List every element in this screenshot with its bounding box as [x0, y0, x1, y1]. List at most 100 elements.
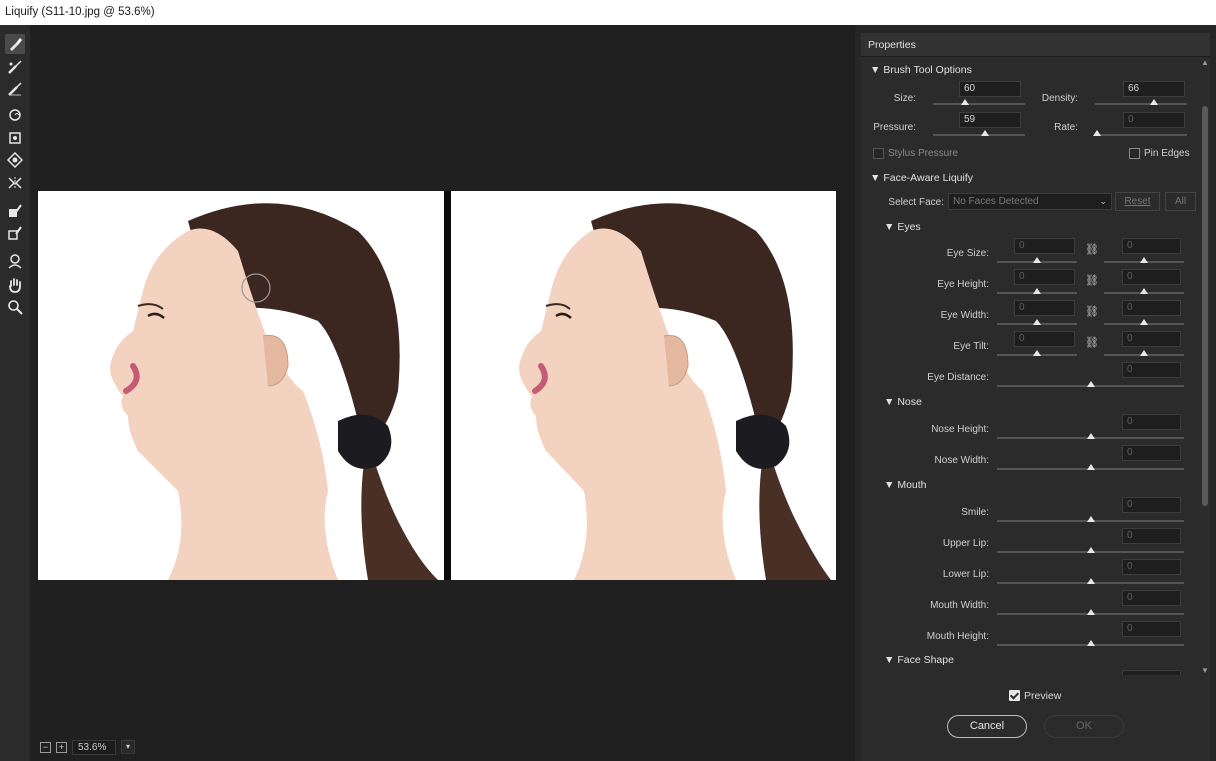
size-slider-thumb[interactable] — [961, 99, 970, 105]
rate-field[interactable]: 0 — [1123, 112, 1185, 128]
slider-thumb[interactable] — [1033, 257, 1041, 263]
face-aware-section-header[interactable]: ▼ Face-Aware Liquify — [870, 172, 973, 184]
zoom-dropdown-button[interactable]: ▾ — [121, 740, 135, 754]
slider-thumb[interactable] — [1140, 257, 1148, 263]
slider-thumb[interactable] — [1086, 578, 1095, 584]
slider-thumb[interactable] — [1033, 288, 1041, 294]
thaw-mask-icon[interactable] — [5, 223, 25, 243]
scrollbar-thumb[interactable] — [1202, 106, 1208, 506]
pressure-field[interactable]: 59 — [959, 112, 1021, 128]
rate-slider-thumb[interactable] — [1092, 130, 1101, 136]
bloat-icon[interactable] — [5, 150, 25, 170]
nose-width-slider[interactable] — [997, 464, 1184, 470]
slider-thumb[interactable] — [1086, 381, 1095, 387]
forward-warp-icon[interactable] — [5, 34, 25, 54]
zoom-icon[interactable] — [5, 297, 25, 317]
face-shape-section-header[interactable]: ▼ Face Shape — [884, 654, 954, 666]
eye-tilt-right-slider[interactable] — [1104, 350, 1184, 356]
slider-thumb[interactable] — [1033, 319, 1041, 325]
slider-thumb[interactable] — [1033, 350, 1041, 356]
smile-slider[interactable] — [997, 516, 1184, 522]
brush-section-header[interactable]: ▼ Brush Tool Options — [870, 64, 972, 76]
eye-width-right-field[interactable]: 0 — [1122, 300, 1181, 316]
canvas-area[interactable]: − + 53.6% ▾ — [30, 25, 855, 761]
slider-thumb[interactable] — [1086, 433, 1095, 439]
freeze-mask-icon[interactable] — [5, 201, 25, 221]
slider-thumb[interactable] — [1086, 547, 1095, 553]
eye-width-left-slider[interactable] — [997, 319, 1077, 325]
preview-checkbox[interactable] — [1009, 690, 1020, 701]
slider-thumb[interactable] — [1140, 319, 1148, 325]
original-image[interactable] — [38, 191, 444, 580]
smile-field[interactable]: 0 — [1122, 497, 1181, 513]
nose-height-slider[interactable] — [997, 433, 1184, 439]
all-button[interactable]: All — [1165, 192, 1196, 211]
zoom-level-field[interactable]: 53.6% — [72, 739, 116, 755]
mouth-height-field[interactable]: 0 — [1122, 621, 1181, 637]
nose-width-field[interactable]: 0 — [1122, 445, 1181, 461]
slider-thumb[interactable] — [1140, 350, 1148, 356]
panel-scrollbar[interactable]: ▲ ▼ — [1200, 58, 1210, 675]
push-left-icon[interactable] — [5, 173, 25, 193]
mouth-width-slider[interactable] — [997, 609, 1184, 615]
eye-size-right-slider[interactable] — [1104, 257, 1184, 263]
rate-slider[interactable] — [1092, 130, 1187, 136]
eye-height-right-slider[interactable] — [1104, 288, 1184, 294]
eye-height-left-field[interactable]: 0 — [1014, 269, 1075, 285]
link-icon[interactable]: ⛓ — [1085, 305, 1099, 318]
lower-lip-field[interactable]: 0 — [1122, 559, 1181, 575]
eye-tilt-left-field[interactable]: 0 — [1014, 331, 1075, 347]
select-face-dropdown[interactable]: No Faces Detected ⌄ — [948, 193, 1112, 210]
eye-height-left-slider[interactable] — [997, 288, 1077, 294]
link-icon[interactable]: ⛓ — [1085, 336, 1099, 349]
eye-tilt-right-field[interactable]: 0 — [1122, 331, 1181, 347]
scroll-down-icon[interactable]: ▼ — [1201, 666, 1209, 675]
zoom-in-button[interactable]: + — [56, 741, 67, 753]
zoom-out-button[interactable]: − — [40, 741, 51, 753]
slider-thumb[interactable] — [1086, 609, 1095, 615]
slider-thumb[interactable] — [1140, 288, 1148, 294]
pressure-slider-thumb[interactable] — [981, 130, 990, 136]
stylus-pressure-checkbox[interactable] — [873, 148, 884, 159]
eye-size-left-slider[interactable] — [997, 257, 1077, 263]
twirl-clockwise-icon[interactable] — [5, 105, 25, 125]
hand-icon[interactable] — [5, 275, 25, 295]
eye-height-right-field[interactable]: 0 — [1122, 269, 1181, 285]
slider-thumb[interactable] — [1086, 516, 1095, 522]
size-slider[interactable] — [933, 99, 1025, 105]
properties-scroll-area[interactable]: ▼ Brush Tool Options Size: 60 Density: 6… — [861, 58, 1210, 675]
eye-tilt-left-slider[interactable] — [997, 350, 1077, 356]
nose-height-field[interactable]: 0 — [1122, 414, 1181, 430]
upper-lip-slider[interactable] — [997, 547, 1184, 553]
eye-distance-field[interactable]: 0 — [1122, 362, 1181, 378]
face-tool-icon[interactable] — [5, 251, 25, 271]
preview-image[interactable] — [451, 191, 836, 580]
mouth-height-slider[interactable] — [997, 640, 1184, 646]
pin-edges-checkbox[interactable] — [1129, 148, 1140, 159]
reset-button[interactable]: Reset — [1115, 192, 1160, 211]
upper-lip-field[interactable]: 0 — [1122, 528, 1181, 544]
eye-width-right-slider[interactable] — [1104, 319, 1184, 325]
link-icon[interactable]: ⛓ — [1085, 274, 1099, 287]
pucker-icon[interactable] — [5, 128, 25, 148]
slider-thumb[interactable] — [1086, 464, 1095, 470]
link-icon[interactable]: ⛓ — [1085, 243, 1099, 256]
mouth-width-field[interactable]: 0 — [1122, 590, 1181, 606]
eye-distance-slider[interactable] — [997, 381, 1184, 387]
eye-size-left-field[interactable]: 0 — [1014, 238, 1075, 254]
nose-section-header[interactable]: ▼ Nose — [884, 396, 922, 408]
eye-size-right-field[interactable]: 0 — [1122, 238, 1181, 254]
density-slider[interactable] — [1095, 99, 1187, 105]
scroll-up-icon[interactable]: ▲ — [1201, 58, 1209, 67]
lower-lip-slider[interactable] — [997, 578, 1184, 584]
density-slider-thumb[interactable] — [1149, 99, 1158, 105]
ok-button[interactable]: OK — [1044, 715, 1124, 738]
smooth-icon[interactable] — [5, 79, 25, 99]
cancel-button[interactable]: Cancel — [947, 715, 1027, 738]
mouth-section-header[interactable]: ▼ Mouth — [884, 479, 927, 491]
size-field[interactable]: 60 — [959, 81, 1021, 97]
eyes-section-header[interactable]: ▼ Eyes — [884, 221, 921, 233]
slider-thumb[interactable] — [1086, 640, 1095, 646]
density-field[interactable]: 66 — [1123, 81, 1185, 97]
reconstruct-icon[interactable] — [5, 57, 25, 77]
